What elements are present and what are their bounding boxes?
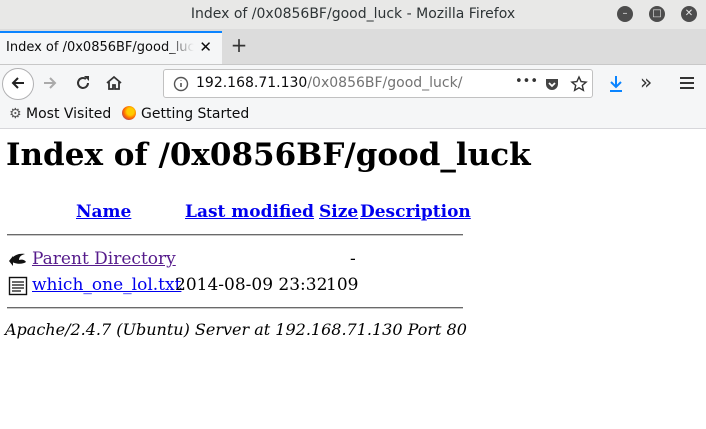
bookmark-getting-started-label: Getting Started xyxy=(141,106,250,122)
bookmark-getting-started[interactable]: Getting Started xyxy=(122,106,249,122)
page-content: Index of /0x0856BF/good_luck Name Last m… xyxy=(0,129,706,429)
minimize-icon[interactable]: – xyxy=(617,6,633,22)
column-description-link[interactable]: Description xyxy=(360,202,471,222)
bookmark-most-visited-label: Most Visited xyxy=(26,106,112,122)
back-arrow-icon xyxy=(9,253,26,266)
downloads-icon[interactable] xyxy=(607,74,625,94)
bookmark-star-icon[interactable] xyxy=(570,75,588,93)
bookmark-most-visited[interactable]: ⚙ Most Visited xyxy=(9,106,111,122)
page-title: Index of /0x0856BF/good_luck xyxy=(6,137,531,173)
close-icon[interactable]: ✕ xyxy=(681,6,697,22)
footer-divider xyxy=(7,307,463,309)
column-name-link[interactable]: Name xyxy=(76,202,131,222)
reload-icon xyxy=(77,76,89,89)
firefox-icon xyxy=(122,106,136,120)
tab-strip: Index of /0x0856BF/good_luck ✕ + xyxy=(0,29,706,65)
bookmarks-toolbar: ⚙ Most Visited Getting Started xyxy=(0,103,706,129)
navigation-toolbar: 192.168.71.130/0x0856BF/good_luck/ ••• » xyxy=(0,65,706,103)
row-size: - xyxy=(350,249,356,269)
hamburger-menu-icon[interactable] xyxy=(679,75,695,91)
tab-active[interactable]: Index of /0x0856BF/good_luck ✕ xyxy=(0,31,222,64)
url-host: 192.168.71.130 xyxy=(196,75,308,91)
header-divider xyxy=(7,234,463,236)
back-button[interactable] xyxy=(2,68,34,100)
home-button[interactable] xyxy=(104,74,124,97)
row-last-modified: 2014-08-09 23:32 xyxy=(175,275,328,295)
url-text[interactable]: 192.168.71.130/0x0856BF/good_luck/ xyxy=(196,75,462,91)
back-arrow-icon xyxy=(11,77,24,89)
row-size: 109 xyxy=(326,275,359,295)
column-size-link[interactable]: Size xyxy=(319,202,358,222)
maximize-icon[interactable]: □ xyxy=(649,6,665,22)
forward-button[interactable] xyxy=(40,74,60,97)
url-bar[interactable]: 192.168.71.130/0x0856BF/good_luck/ ••• xyxy=(163,69,593,98)
overflow-menu-icon[interactable]: » xyxy=(640,70,652,94)
gear-icon: ⚙ xyxy=(9,106,22,122)
url-path: /0x0856BF/good_luck/ xyxy=(307,75,463,91)
pocket-icon[interactable] xyxy=(544,76,560,92)
reload-button[interactable] xyxy=(73,74,93,97)
column-last-modified-link[interactable]: Last modified xyxy=(185,202,314,222)
home-icon xyxy=(106,75,122,90)
tab-close-icon[interactable]: ✕ xyxy=(199,38,212,56)
window-title: Index of /0x0856BF/good_luck - Mozilla F… xyxy=(190,6,516,22)
server-signature: Apache/2.4.7 (Ubuntu) Server at 192.168.… xyxy=(5,320,467,339)
parent-directory-link[interactable]: Parent Directory xyxy=(32,249,176,269)
forward-arrow-icon xyxy=(44,77,57,89)
text-file-icon xyxy=(8,276,28,296)
new-tab-button[interactable]: + xyxy=(229,33,249,57)
info-icon[interactable] xyxy=(173,76,189,92)
page-actions-icon[interactable]: ••• xyxy=(515,74,538,89)
window-titlebar: Index of /0x0856BF/good_luck - Mozilla F… xyxy=(0,0,706,29)
tab-title: Index of /0x0856BF/good_luck xyxy=(6,40,194,55)
file-link-which-one-lol[interactable]: which_one_lol.txt xyxy=(32,275,181,295)
